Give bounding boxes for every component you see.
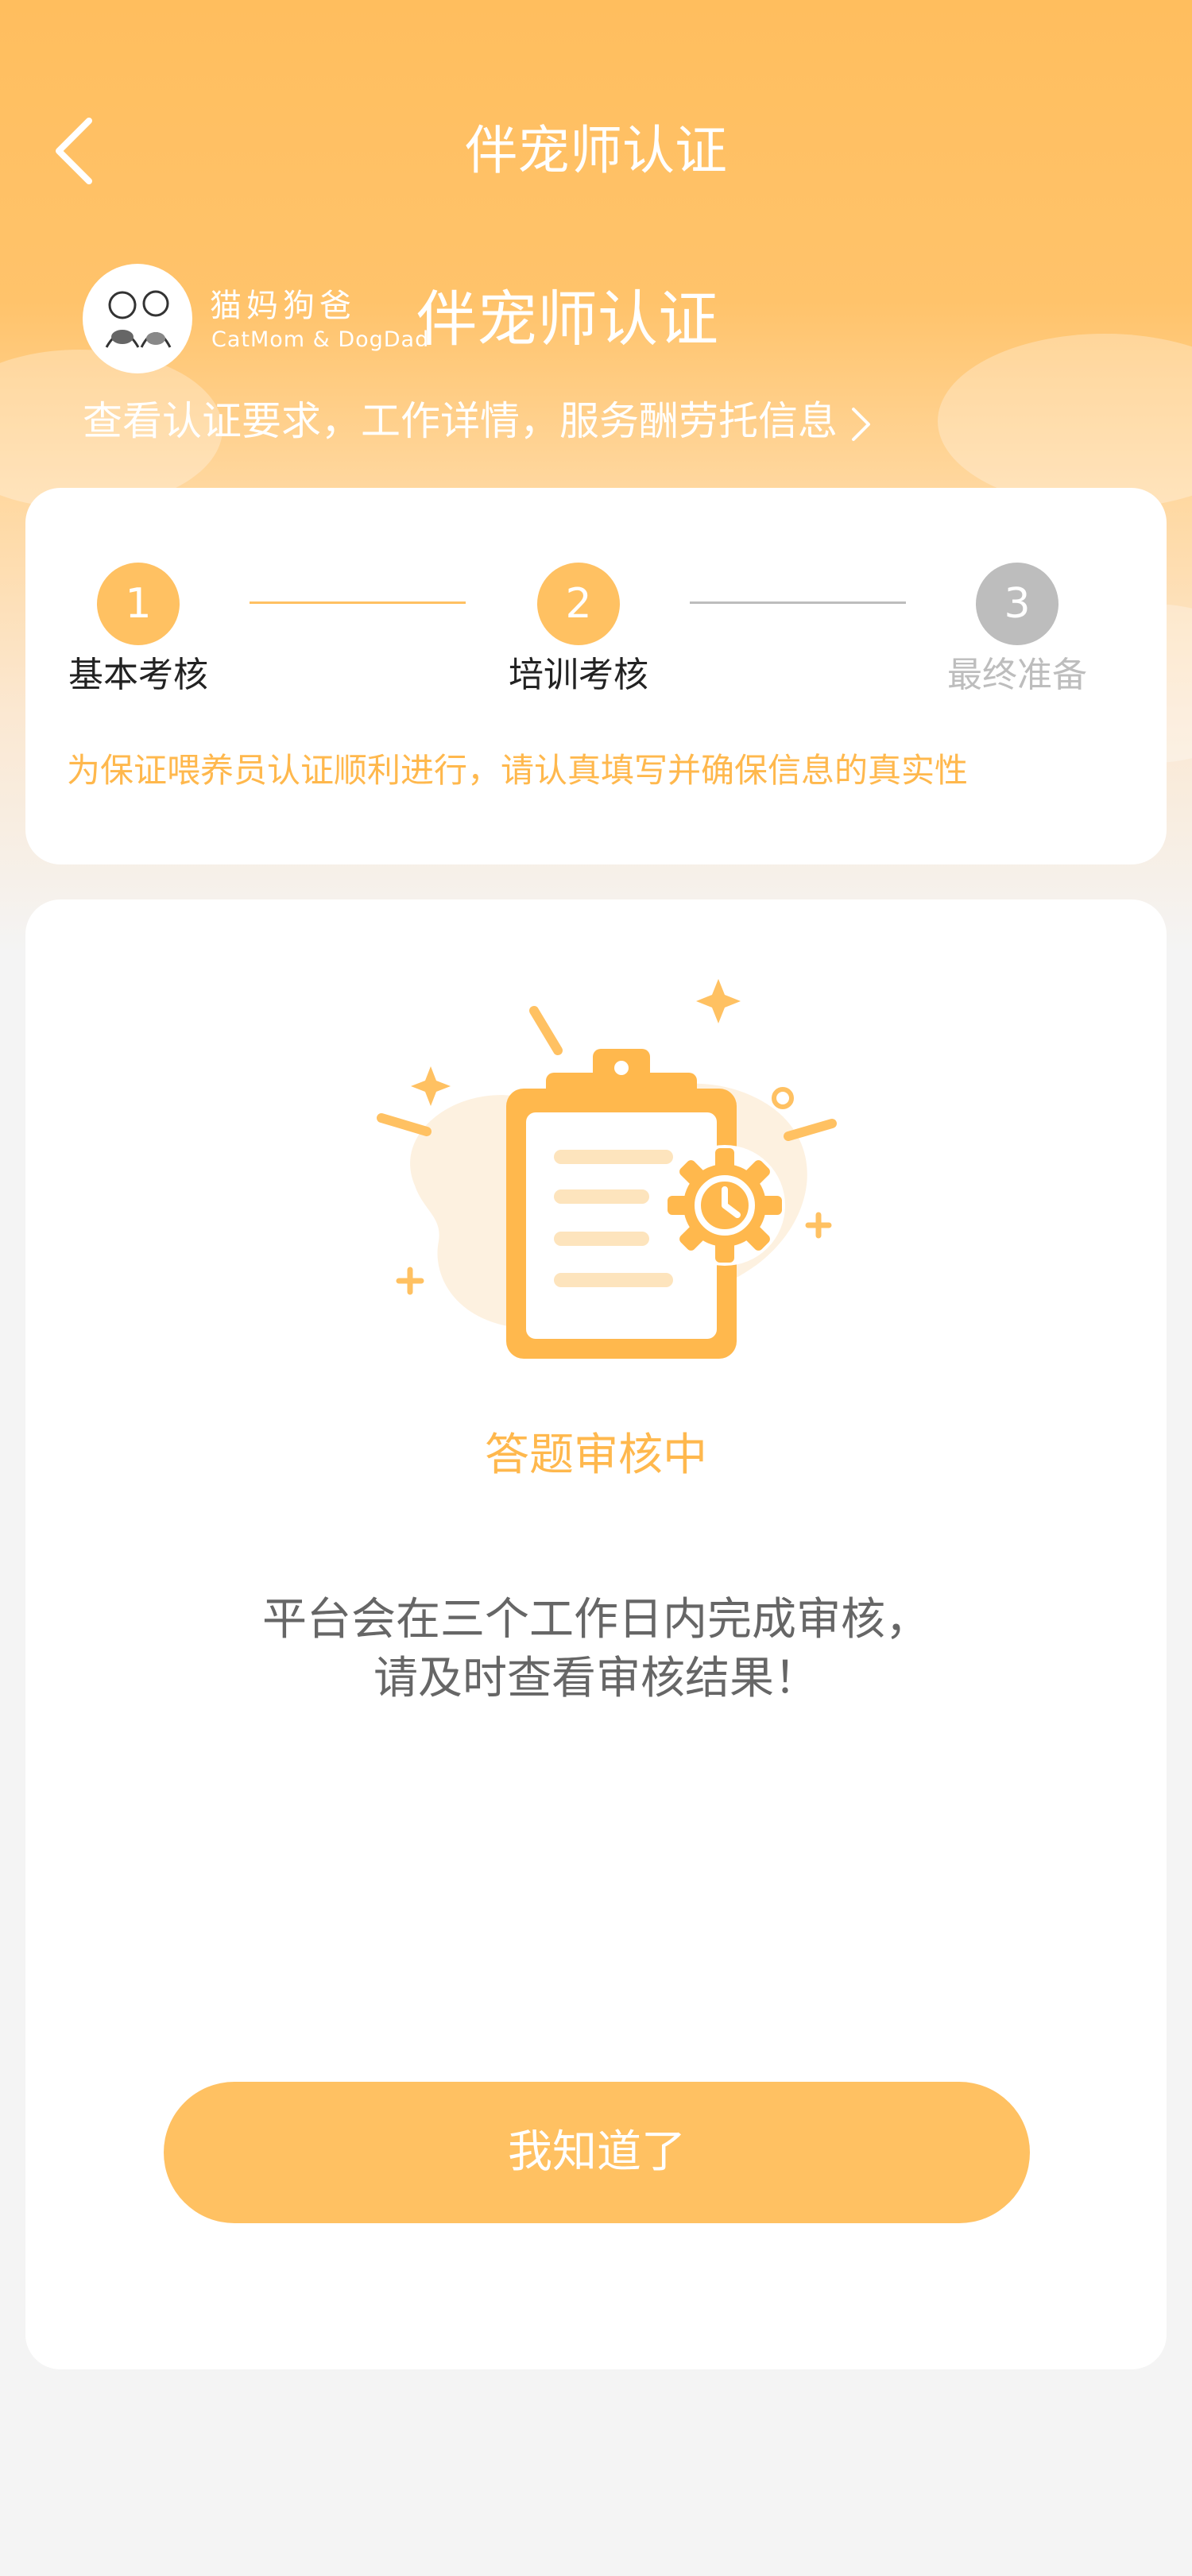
brand-row: 猫妈狗爸 CatMom & DogDad 伴宠师认证 <box>83 264 1116 375</box>
brand-name-en: CatMom & DogDad <box>211 327 430 352</box>
chevron-right-icon <box>852 407 870 441</box>
certification-title: 伴宠师认证 <box>416 284 718 354</box>
page-title: 伴宠师认证 <box>465 120 727 181</box>
step-1-badge: 1 <box>97 563 180 645</box>
step-3-label: 最终准备 <box>947 655 1087 695</box>
step-2-label: 培训考核 <box>509 655 648 695</box>
review-status-title: 答题审核中 <box>485 1429 707 1481</box>
brand-logo <box>83 264 192 373</box>
step-connector-1 <box>250 601 466 604</box>
description-line-2: 请及时查看审核结果！ <box>373 1653 819 1704</box>
progress-card: 1 基本考核 2 培训考核 3 最终准备 为保证喂养员认证顺利进行，请认真填写并… <box>25 488 1167 864</box>
pet-parents-illustration <box>105 290 172 348</box>
step-1-label: 基本考核 <box>68 655 208 695</box>
step-2-badge: 2 <box>537 563 620 645</box>
review-status-description: 平台会在三个工作日内完成审核， 请及时查看审核结果！ <box>25 1591 1167 1708</box>
step-connector-2 <box>690 601 906 604</box>
status-card: 答题审核中 平台会在三个工作日内完成审核， 请及时查看审核结果！ 我知道了 <box>25 899 1167 2369</box>
certification-info-link[interactable]: 查看认证要求，工作详情，服务酬劳托信息 <box>83 389 957 453</box>
brand-name-cn: 猫妈狗爸 <box>210 288 356 324</box>
info-link-label: 查看认证要求，工作详情，服务酬劳托信息 <box>83 398 838 444</box>
description-line-1: 平台会在三个工作日内完成审核， <box>262 1594 930 1646</box>
notice-text: 为保证喂养员认证顺利进行，请认真填写并确保信息的真实性 <box>67 751 969 790</box>
step-3-badge: 3 <box>976 563 1058 645</box>
acknowledge-button[interactable]: 我知道了 <box>164 2082 1030 2223</box>
clipboard-review-illustration <box>377 979 837 1359</box>
